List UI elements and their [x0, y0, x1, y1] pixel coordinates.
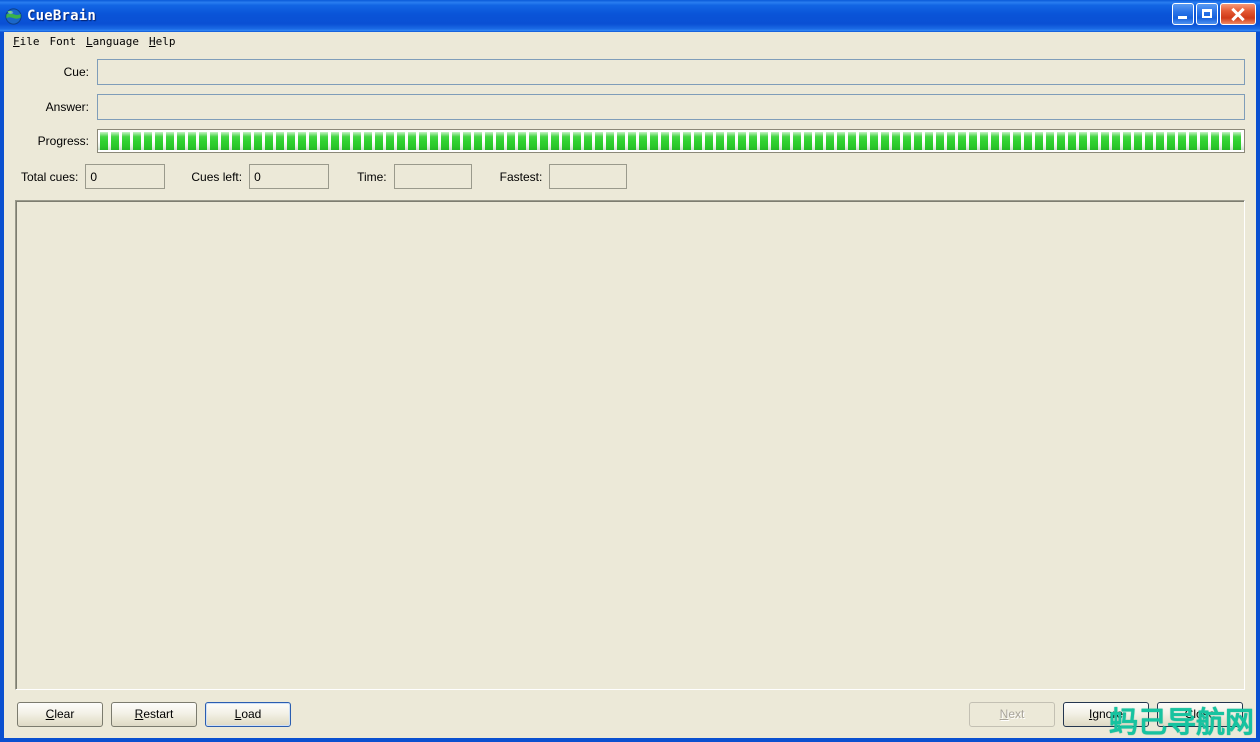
- next-button: Next: [969, 701, 1055, 727]
- ignore-button-label: Ignore: [1088, 707, 1124, 721]
- content-panel[interactable]: [15, 200, 1245, 690]
- total-cues-label: Total cues:: [21, 169, 79, 184]
- answer-row: Answer:: [15, 94, 1245, 120]
- next-button-label: Next: [999, 707, 1025, 721]
- cue-row: Cue:: [15, 59, 1245, 85]
- fastest-label: Fastest:: [499, 169, 543, 184]
- stats-row: Total cues: Cues left: Time: Fastest:: [15, 164, 1245, 189]
- close-button[interactable]: Close: [1157, 701, 1243, 727]
- time-label: Time:: [357, 169, 387, 184]
- answer-label: Answer:: [45, 100, 89, 114]
- progress-bar-fill: [100, 132, 1242, 150]
- menu-item-language[interactable]: Language: [85, 34, 148, 49]
- cues-left-input[interactable]: [249, 164, 330, 189]
- clear-button[interactable]: Clear: [17, 701, 103, 727]
- button-bar-right-group: Next Ignore Close: [969, 701, 1243, 727]
- minimize-button[interactable]: [1172, 3, 1194, 25]
- client-area: File Font Language Help Cue: Answer: Pro…: [4, 32, 1256, 738]
- progress-label: Progress:: [37, 134, 89, 148]
- total-cues-input[interactable]: [85, 164, 166, 189]
- menu-item-help-rest: elp: [155, 34, 176, 48]
- form-area: Cue: Answer: Progress: Total cues: Cues …: [4, 50, 1256, 199]
- close-button-label: Close: [1184, 707, 1216, 721]
- progress-row: Progress:: [15, 129, 1245, 153]
- time-input[interactable]: [393, 164, 472, 189]
- menu-item-language-rest: anguage: [92, 34, 139, 48]
- cues-left-label: Cues left:: [191, 169, 243, 184]
- cue-label: Cue:: [63, 65, 89, 79]
- close-window-button[interactable]: [1220, 3, 1256, 25]
- menu-item-file[interactable]: File: [12, 34, 49, 49]
- menu-item-font[interactable]: Font: [49, 34, 86, 49]
- ignore-button[interactable]: Ignore: [1063, 701, 1149, 727]
- answer-input[interactable]: [97, 94, 1245, 120]
- clear-button-label: Clear: [45, 707, 75, 721]
- globe-icon: [5, 7, 22, 25]
- menu-item-help[interactable]: Help: [148, 34, 185, 49]
- load-button[interactable]: Load: [205, 701, 291, 727]
- menu-item-file-rest: ile: [19, 34, 40, 48]
- window-controls: [1172, 3, 1256, 25]
- restart-button[interactable]: Restart: [111, 701, 197, 727]
- maximize-button[interactable]: [1196, 3, 1218, 25]
- button-bar: Clear Restart Load Next Ignore Close 蚂己导…: [4, 690, 1256, 738]
- menu-bar: File Font Language Help: [4, 32, 1256, 50]
- fastest-input[interactable]: [549, 164, 628, 189]
- load-button-label: Load: [234, 707, 262, 721]
- menu-item-font-label: Font: [49, 34, 77, 48]
- progress-bar: [97, 129, 1245, 153]
- application-window: CueBrain File Font Language Help Cue: An…: [0, 0, 1260, 742]
- title-bar[interactable]: CueBrain: [0, 0, 1260, 32]
- window-title: CueBrain: [27, 8, 97, 24]
- restart-button-label: Restart: [134, 707, 174, 721]
- cue-input[interactable]: [97, 59, 1245, 85]
